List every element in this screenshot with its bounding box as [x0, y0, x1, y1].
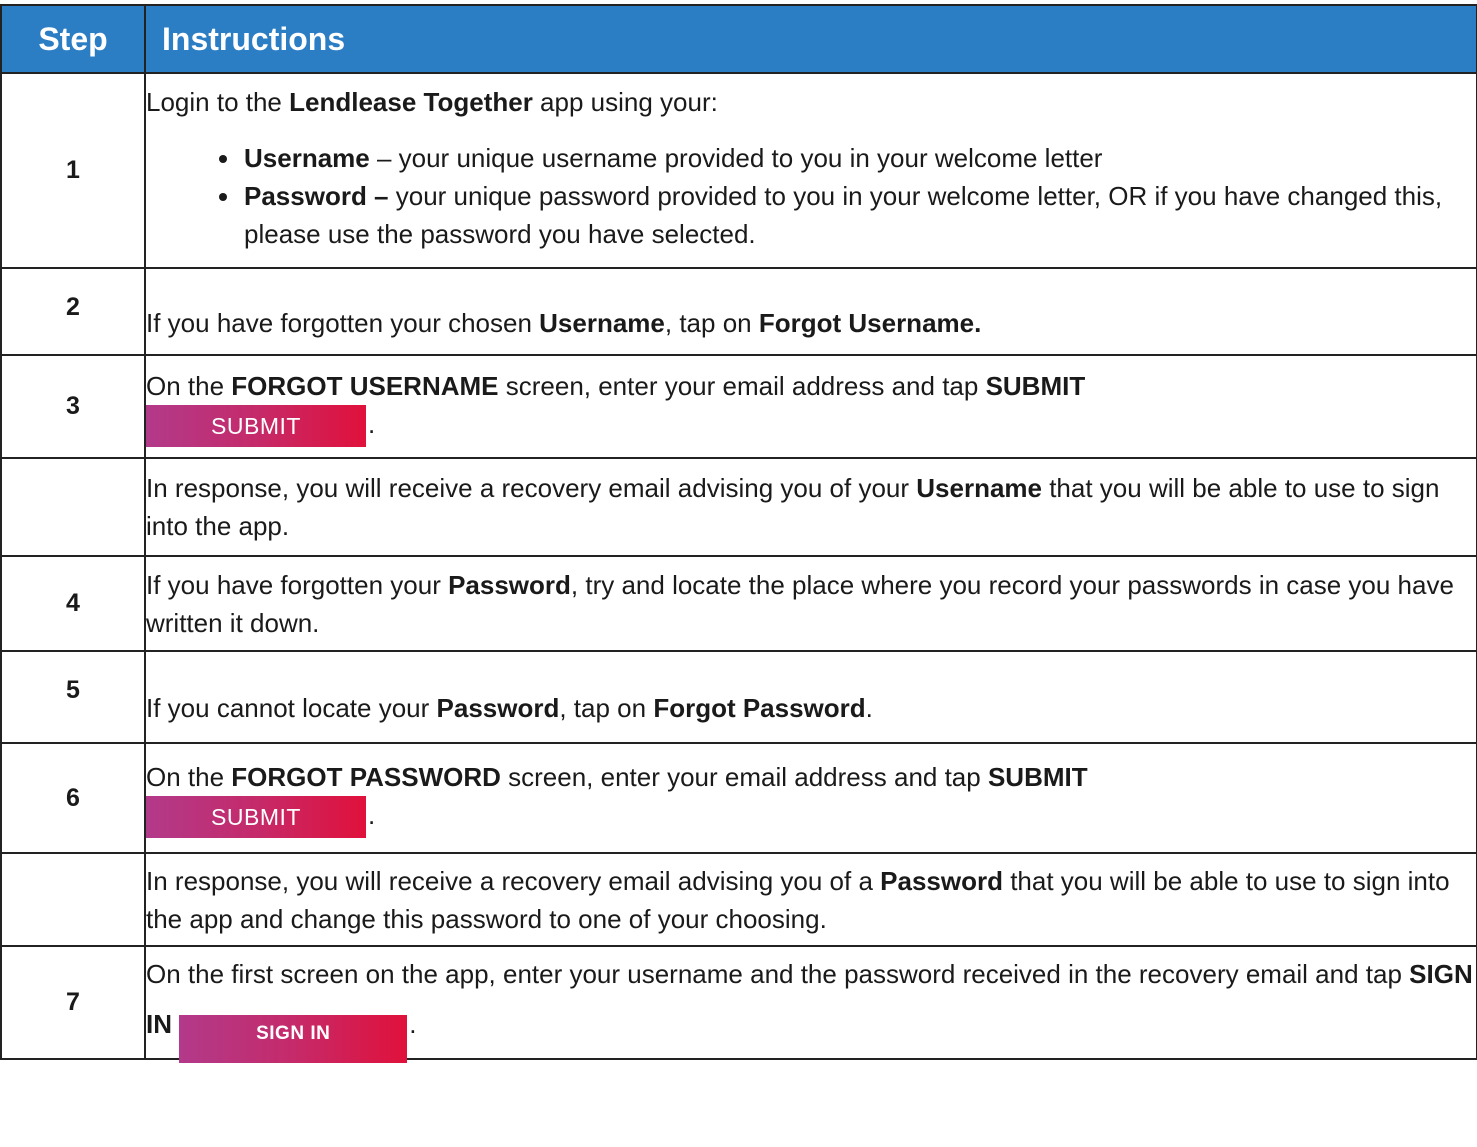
- text-segment: , tap on: [559, 693, 654, 723]
- step-instructions: If you have forgotten your chosen Userna…: [144, 267, 1477, 356]
- text-segment: .: [368, 800, 376, 830]
- bold-text: Password –: [244, 180, 389, 211]
- table-row: 3 On the FORGOT USERNAME screen, enter y…: [0, 354, 1477, 459]
- table-row: 6 On the FORGOT PASSWORD screen, enter y…: [0, 742, 1477, 854]
- bold-text: Lendlease Together: [289, 86, 533, 117]
- bold-text: Username: [916, 473, 1042, 503]
- step-instructions: On the FORGOT USERNAME screen, enter you…: [144, 354, 1477, 459]
- step-number: 7: [0, 945, 146, 1060]
- step-number: 2: [0, 267, 146, 356]
- table-row: 7 On the first screen on the app, enter …: [0, 945, 1477, 1063]
- text-segment: , tap on: [664, 307, 759, 338]
- text-segment: On the: [146, 370, 232, 401]
- table-row: In response, you will receive a recovery…: [0, 457, 1477, 557]
- step-number: 5: [0, 650, 146, 744]
- instructions-table: Step Instructions 1 Login to the Lendlea…: [0, 4, 1477, 1063]
- bold-text: SUBMIT: [985, 370, 1086, 401]
- step-instructions: Login to the Lendlease Together app usin…: [144, 72, 1477, 269]
- step-number: 4: [0, 555, 146, 652]
- text-segment: In response, you will receive a recovery…: [146, 865, 881, 896]
- sign-in-button[interactable]: SIGN IN: [179, 1014, 408, 1063]
- header-instructions: Instructions: [144, 4, 1477, 74]
- header-step: Step: [0, 4, 146, 74]
- step-instructions: On the FORGOT PASSWORD screen, enter you…: [144, 742, 1477, 854]
- table-header-row: Step Instructions: [0, 4, 1477, 74]
- text-segment: app using your:: [532, 86, 718, 117]
- table-row: 4 If you have forgotten your Password, t…: [0, 555, 1477, 652]
- button-line: SUBMIT.: [146, 404, 1476, 447]
- table-row: 1 Login to the Lendlease Together app us…: [0, 72, 1477, 269]
- list-item: Username – your unique username provided…: [242, 139, 1476, 177]
- button-line: SUBMIT.: [146, 796, 1476, 838]
- table-row: In response, you will receive a recovery…: [0, 852, 1477, 947]
- instruction-text: Login to the Lendlease Together app usin…: [146, 83, 1476, 121]
- step-number: 6: [0, 742, 146, 854]
- step-instructions: In response, you will receive a recovery…: [144, 457, 1477, 557]
- text-segment: On the: [146, 762, 232, 792]
- bold-text: Password: [448, 569, 571, 600]
- table-row: 2 If you have forgotten your chosen User…: [0, 267, 1477, 356]
- text-segment: If you have forgotten your chosen: [146, 307, 540, 338]
- bold-text: Username: [244, 142, 370, 173]
- step-number: 1: [0, 72, 146, 269]
- text-segment: Login to the: [146, 86, 290, 117]
- step-instructions: If you have forgotten your Password, try…: [144, 555, 1477, 652]
- table-row: 5 If you cannot locate your Password, ta…: [0, 650, 1477, 744]
- submit-button[interactable]: SUBMIT: [146, 404, 366, 447]
- bold-text: SUBMIT: [987, 762, 1088, 792]
- text-segment: screen, enter your email address and tap: [500, 762, 988, 792]
- instruction-text: On the FORGOT USERNAME screen, enter you…: [146, 367, 1476, 405]
- text-segment: .: [368, 408, 376, 439]
- instruction-text: If you have forgotten your chosen Userna…: [146, 282, 1476, 342]
- instruction-text: In response, you will receive a recovery…: [146, 862, 1476, 938]
- text-segment: If you cannot locate your: [146, 693, 437, 723]
- step-number: 3: [0, 354, 146, 459]
- step-number: [0, 457, 146, 557]
- text-segment: On the first screen on the app, enter yo…: [146, 958, 1410, 989]
- bold-text: Forgot Password: [653, 693, 866, 723]
- text-segment: If you have forgotten your: [146, 569, 449, 600]
- instruction-text: On the FORGOT PASSWORD screen, enter you…: [146, 758, 1476, 796]
- instruction-text: On the first screen on the app, enter yo…: [146, 949, 1476, 1063]
- text-segment: .: [409, 1008, 417, 1039]
- text-segment: screen, enter your email address and tap: [498, 370, 986, 401]
- text-segment: your unique password provided to you in …: [244, 180, 1443, 249]
- step-instructions: In response, you will receive a recovery…: [144, 852, 1477, 947]
- bold-text: FORGOT USERNAME: [231, 370, 499, 401]
- bold-text: FORGOT PASSWORD: [231, 762, 501, 792]
- step-number: [0, 852, 146, 947]
- bold-text: Forgot Username.: [758, 307, 982, 338]
- text-segment: In response, you will receive a recovery…: [146, 473, 917, 503]
- step-instructions: If you cannot locate your Password, tap …: [144, 650, 1477, 744]
- instruction-text: If you cannot locate your Password, tap …: [146, 667, 1476, 727]
- instruction-text: If you have forgotten your Password, try…: [146, 566, 1476, 642]
- step-instructions: On the first screen on the app, enter yo…: [144, 945, 1477, 1063]
- text-segment: – your unique username provided to you i…: [369, 142, 1103, 173]
- bold-text: Password: [436, 693, 560, 723]
- bold-text: Password: [880, 865, 1003, 896]
- bullet-list: Username – your unique username provided…: [146, 139, 1476, 253]
- submit-button[interactable]: SUBMIT: [146, 796, 366, 838]
- list-item: Password – your unique password provided…: [242, 177, 1476, 253]
- instruction-text: In response, you will receive a recovery…: [146, 469, 1476, 545]
- bold-text: Username: [539, 307, 665, 338]
- text-segment: .: [865, 693, 873, 723]
